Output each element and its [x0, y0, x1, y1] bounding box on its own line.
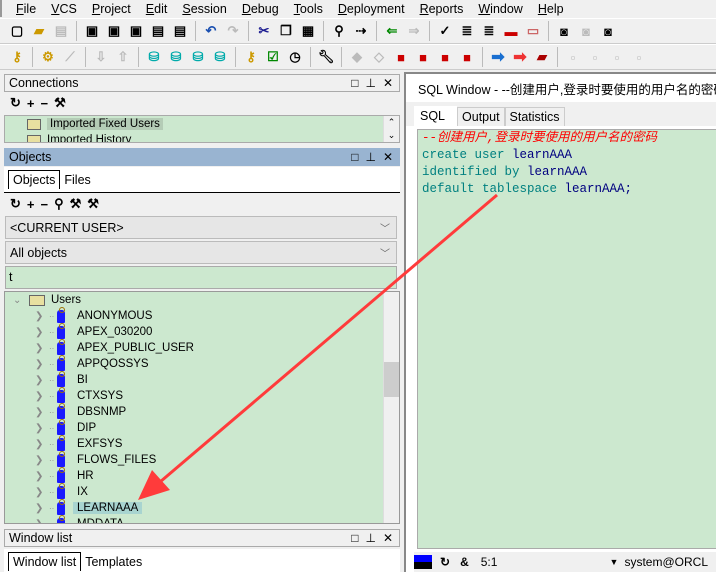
annotation-arrow: [138, 193, 498, 500]
